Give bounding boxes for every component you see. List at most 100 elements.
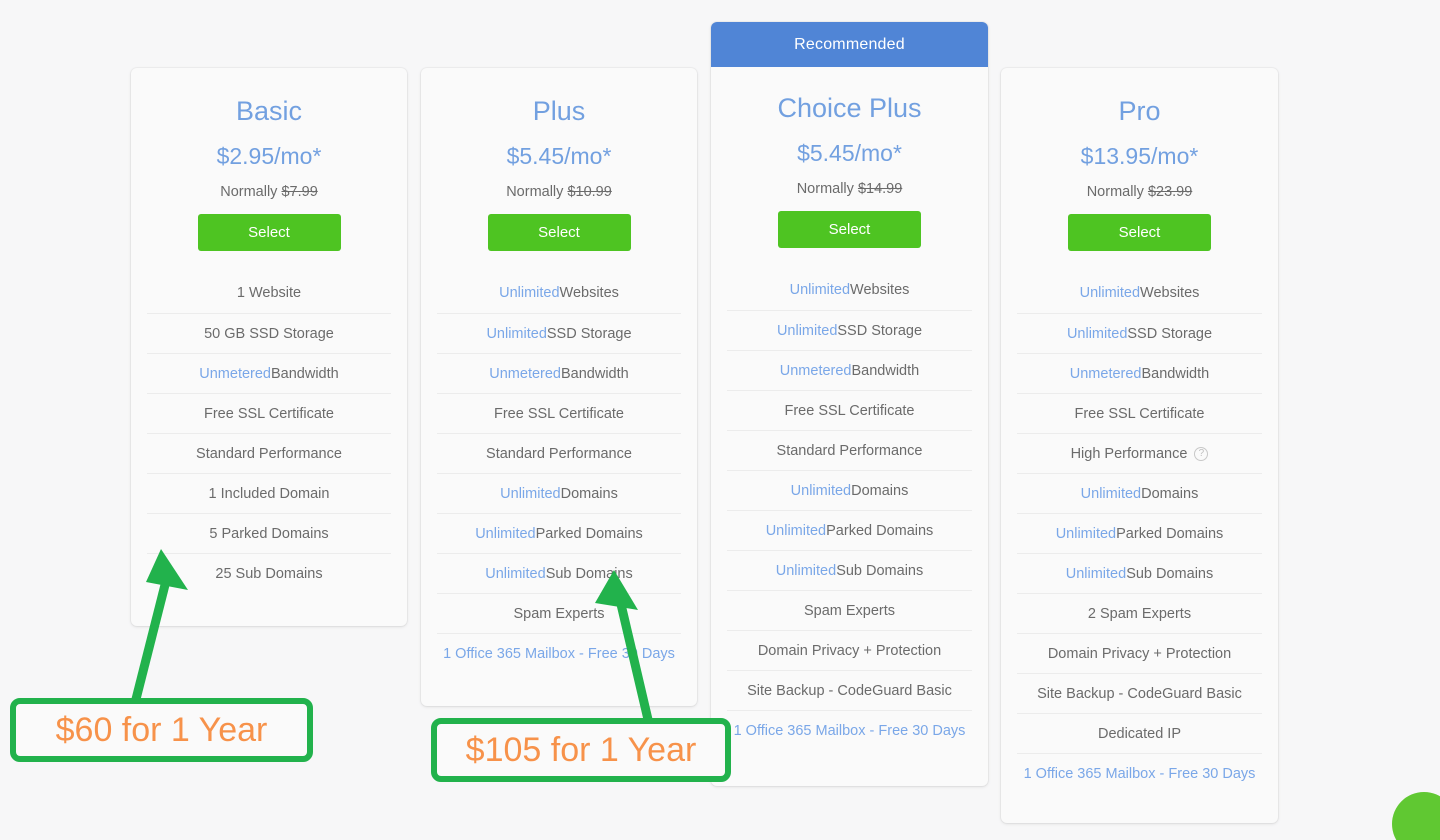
feature-row: Unlimited Websites	[1017, 273, 1262, 313]
feature-row: Unlimited Domains	[727, 470, 972, 510]
plan-name: Basic	[235, 96, 303, 126]
plan-price: $2.95/mo*	[216, 143, 322, 169]
feature-row: Unlimited SSD Storage	[1017, 313, 1262, 353]
feature-text: Spam Experts	[513, 605, 605, 622]
plan-price: $5.45/mo*	[506, 143, 612, 169]
plan-card-basic[interactable]: Basic $2.95/mo* Normally $7.99 Select 1 …	[131, 68, 407, 626]
feature-highlight: Unlimited	[765, 522, 827, 539]
select-button[interactable]: Select	[487, 214, 631, 251]
feature-row: Domain Privacy + Protection	[1017, 633, 1262, 673]
feature-list: Unlimited Websites Unlimited SSD Storage U…	[421, 273, 697, 673]
feature-highlight: Unlimited	[1079, 285, 1141, 301]
feature-highlight: Unlimited	[475, 525, 536, 542]
feature-row: Unlimited Domains	[1017, 473, 1262, 513]
plan-price: $5.45/mo*	[797, 140, 902, 166]
select-button[interactable]: Select	[197, 214, 341, 251]
feature-row: Site Backup - CodeGuard Basic	[727, 670, 972, 710]
feature-text: Domains	[560, 485, 618, 502]
feature-text: Standard Performance	[776, 442, 923, 459]
help-question-icon[interactable]: ?	[1194, 446, 1209, 461]
feature-text: Free SSL Certificate	[493, 405, 624, 422]
plan-card-body: Choice Plus $5.45/mo* Normally $14.99 Se…	[711, 67, 988, 750]
feature-text: Bandwidth	[851, 362, 920, 379]
feature-row-link[interactable]: 1 Office 365 Mailbox - Free 30 Days	[1017, 753, 1262, 793]
feature-text: SSD Storage	[546, 325, 632, 342]
feature-row: Free SSL Certificate	[437, 393, 681, 433]
feature-text: Sub Domains	[836, 562, 924, 579]
feature-highlight: Unmetered	[489, 365, 561, 382]
feature-text: Domains	[851, 482, 909, 499]
recommended-ribbon: Recommended	[711, 22, 988, 67]
normally-label: Normally	[1086, 184, 1148, 200]
feature-highlight: Unlimited	[1065, 565, 1127, 582]
feature-row: Unlimited Parked Domains	[1017, 513, 1262, 553]
feature-text: Dedicated IP	[1097, 725, 1182, 742]
feature-highlight: Unlimited	[486, 325, 547, 342]
normally-struck-price: $14.99	[857, 181, 903, 197]
feature-text: SSD Storage	[1127, 325, 1213, 342]
normally-label: Normally	[220, 184, 282, 200]
feature-text: Domain Privacy + Protection	[1047, 645, 1232, 662]
feature-text: 25 Sub Domains	[215, 565, 323, 582]
feature-text: 1 Office 365 Mailbox - Free 30 Days	[733, 722, 966, 739]
feature-row: Unlimited SSD Storage	[727, 310, 972, 350]
plan-normally-price: Normally $23.99	[1001, 184, 1278, 200]
feature-text: Site Backup - CodeGuard Basic	[1037, 685, 1242, 702]
feature-row: Unmetered Bandwidth	[437, 353, 681, 393]
feature-highlight: Unmetered	[779, 362, 852, 379]
select-button[interactable]: Select	[778, 211, 921, 248]
feature-row: Unlimited Sub Domains	[437, 553, 681, 593]
feature-text: Parked Domains	[535, 525, 643, 542]
feature-text: Sub Domains	[545, 565, 633, 582]
feature-row: Unlimited Parked Domains	[727, 510, 972, 550]
feature-row: Spam Experts	[727, 590, 972, 630]
feature-text: SSD Storage	[837, 322, 923, 339]
feature-text: 50 GB SSD Storage	[204, 325, 334, 342]
feature-row-link[interactable]: 1 Office 365 Mailbox - Free 30 Days	[437, 633, 681, 673]
chat-widget-button[interactable]	[1392, 792, 1440, 840]
feature-row: 25 Sub Domains	[147, 553, 391, 593]
plan-normally-price: Normally $14.99	[711, 181, 988, 197]
feature-row: High Performance?	[1017, 433, 1262, 473]
normally-label: Normally	[506, 184, 568, 200]
feature-row: Unlimited Websites	[727, 270, 972, 310]
feature-row: Site Backup - CodeGuard Basic	[1017, 673, 1262, 713]
feature-text: Free SSL Certificate	[1074, 405, 1205, 422]
feature-highlight: Unlimited	[775, 562, 837, 579]
feature-text: 5 Parked Domains	[209, 525, 329, 542]
feature-row: Free SSL Certificate	[727, 390, 972, 430]
plan-price: $13.95/mo*	[1080, 143, 1199, 169]
plan-name: Plus	[532, 96, 586, 126]
plan-card-body: Pro $13.95/mo* Normally $23.99 Select Un…	[1001, 68, 1278, 793]
feature-row: Unlimited Sub Domains	[727, 550, 972, 590]
plan-card-plus[interactable]: Plus $5.45/mo* Normally $10.99 Select Un…	[421, 68, 697, 706]
feature-highlight: Unlimited	[499, 285, 560, 301]
feature-row: Unlimited Parked Domains	[437, 513, 681, 553]
feature-row: Dedicated IP	[1017, 713, 1262, 753]
feature-text: Sub Domains	[1126, 565, 1214, 582]
feature-highlight: Unmetered	[1069, 365, 1142, 382]
feature-highlight: Unmetered	[199, 365, 271, 382]
normally-label: Normally	[796, 181, 858, 197]
plan-card-body: Basic $2.95/mo* Normally $7.99 Select 1 …	[131, 68, 407, 593]
feature-text: Bandwidth	[561, 365, 629, 382]
feature-text: High Performance	[1070, 445, 1188, 462]
feature-row-link[interactable]: 1 Office 365 Mailbox - Free 30 Days	[727, 710, 972, 750]
plan-card-choice-plus[interactable]: Recommended Choice Plus $5.45/mo* Normal…	[711, 22, 988, 786]
feature-row: Unmetered Bandwidth	[1017, 353, 1262, 393]
pricing-comparison-page: Basic $2.95/mo* Normally $7.99 Select 1 …	[0, 0, 1440, 840]
feature-text: Bandwidth	[1141, 365, 1210, 382]
feature-row: Unlimited SSD Storage	[437, 313, 681, 353]
feature-row: Unlimited Domains	[437, 473, 681, 513]
feature-row: 50 GB SSD Storage	[147, 313, 391, 353]
normally-struck-price: $10.99	[567, 184, 612, 200]
feature-text: Free SSL Certificate	[203, 405, 334, 422]
feature-row: Standard Performance	[437, 433, 681, 473]
select-button[interactable]: Select	[1068, 214, 1211, 251]
plan-name: Pro	[1118, 96, 1161, 126]
plan-card-body: Plus $5.45/mo* Normally $10.99 Select Un…	[421, 68, 697, 673]
feature-list: Unlimited Websites Unlimited SSD Storage U…	[711, 270, 988, 750]
feature-text: 1 Included Domain	[208, 485, 330, 502]
feature-text: Domains	[1141, 485, 1199, 502]
plan-card-pro[interactable]: Pro $13.95/mo* Normally $23.99 Select Un…	[1001, 68, 1278, 823]
